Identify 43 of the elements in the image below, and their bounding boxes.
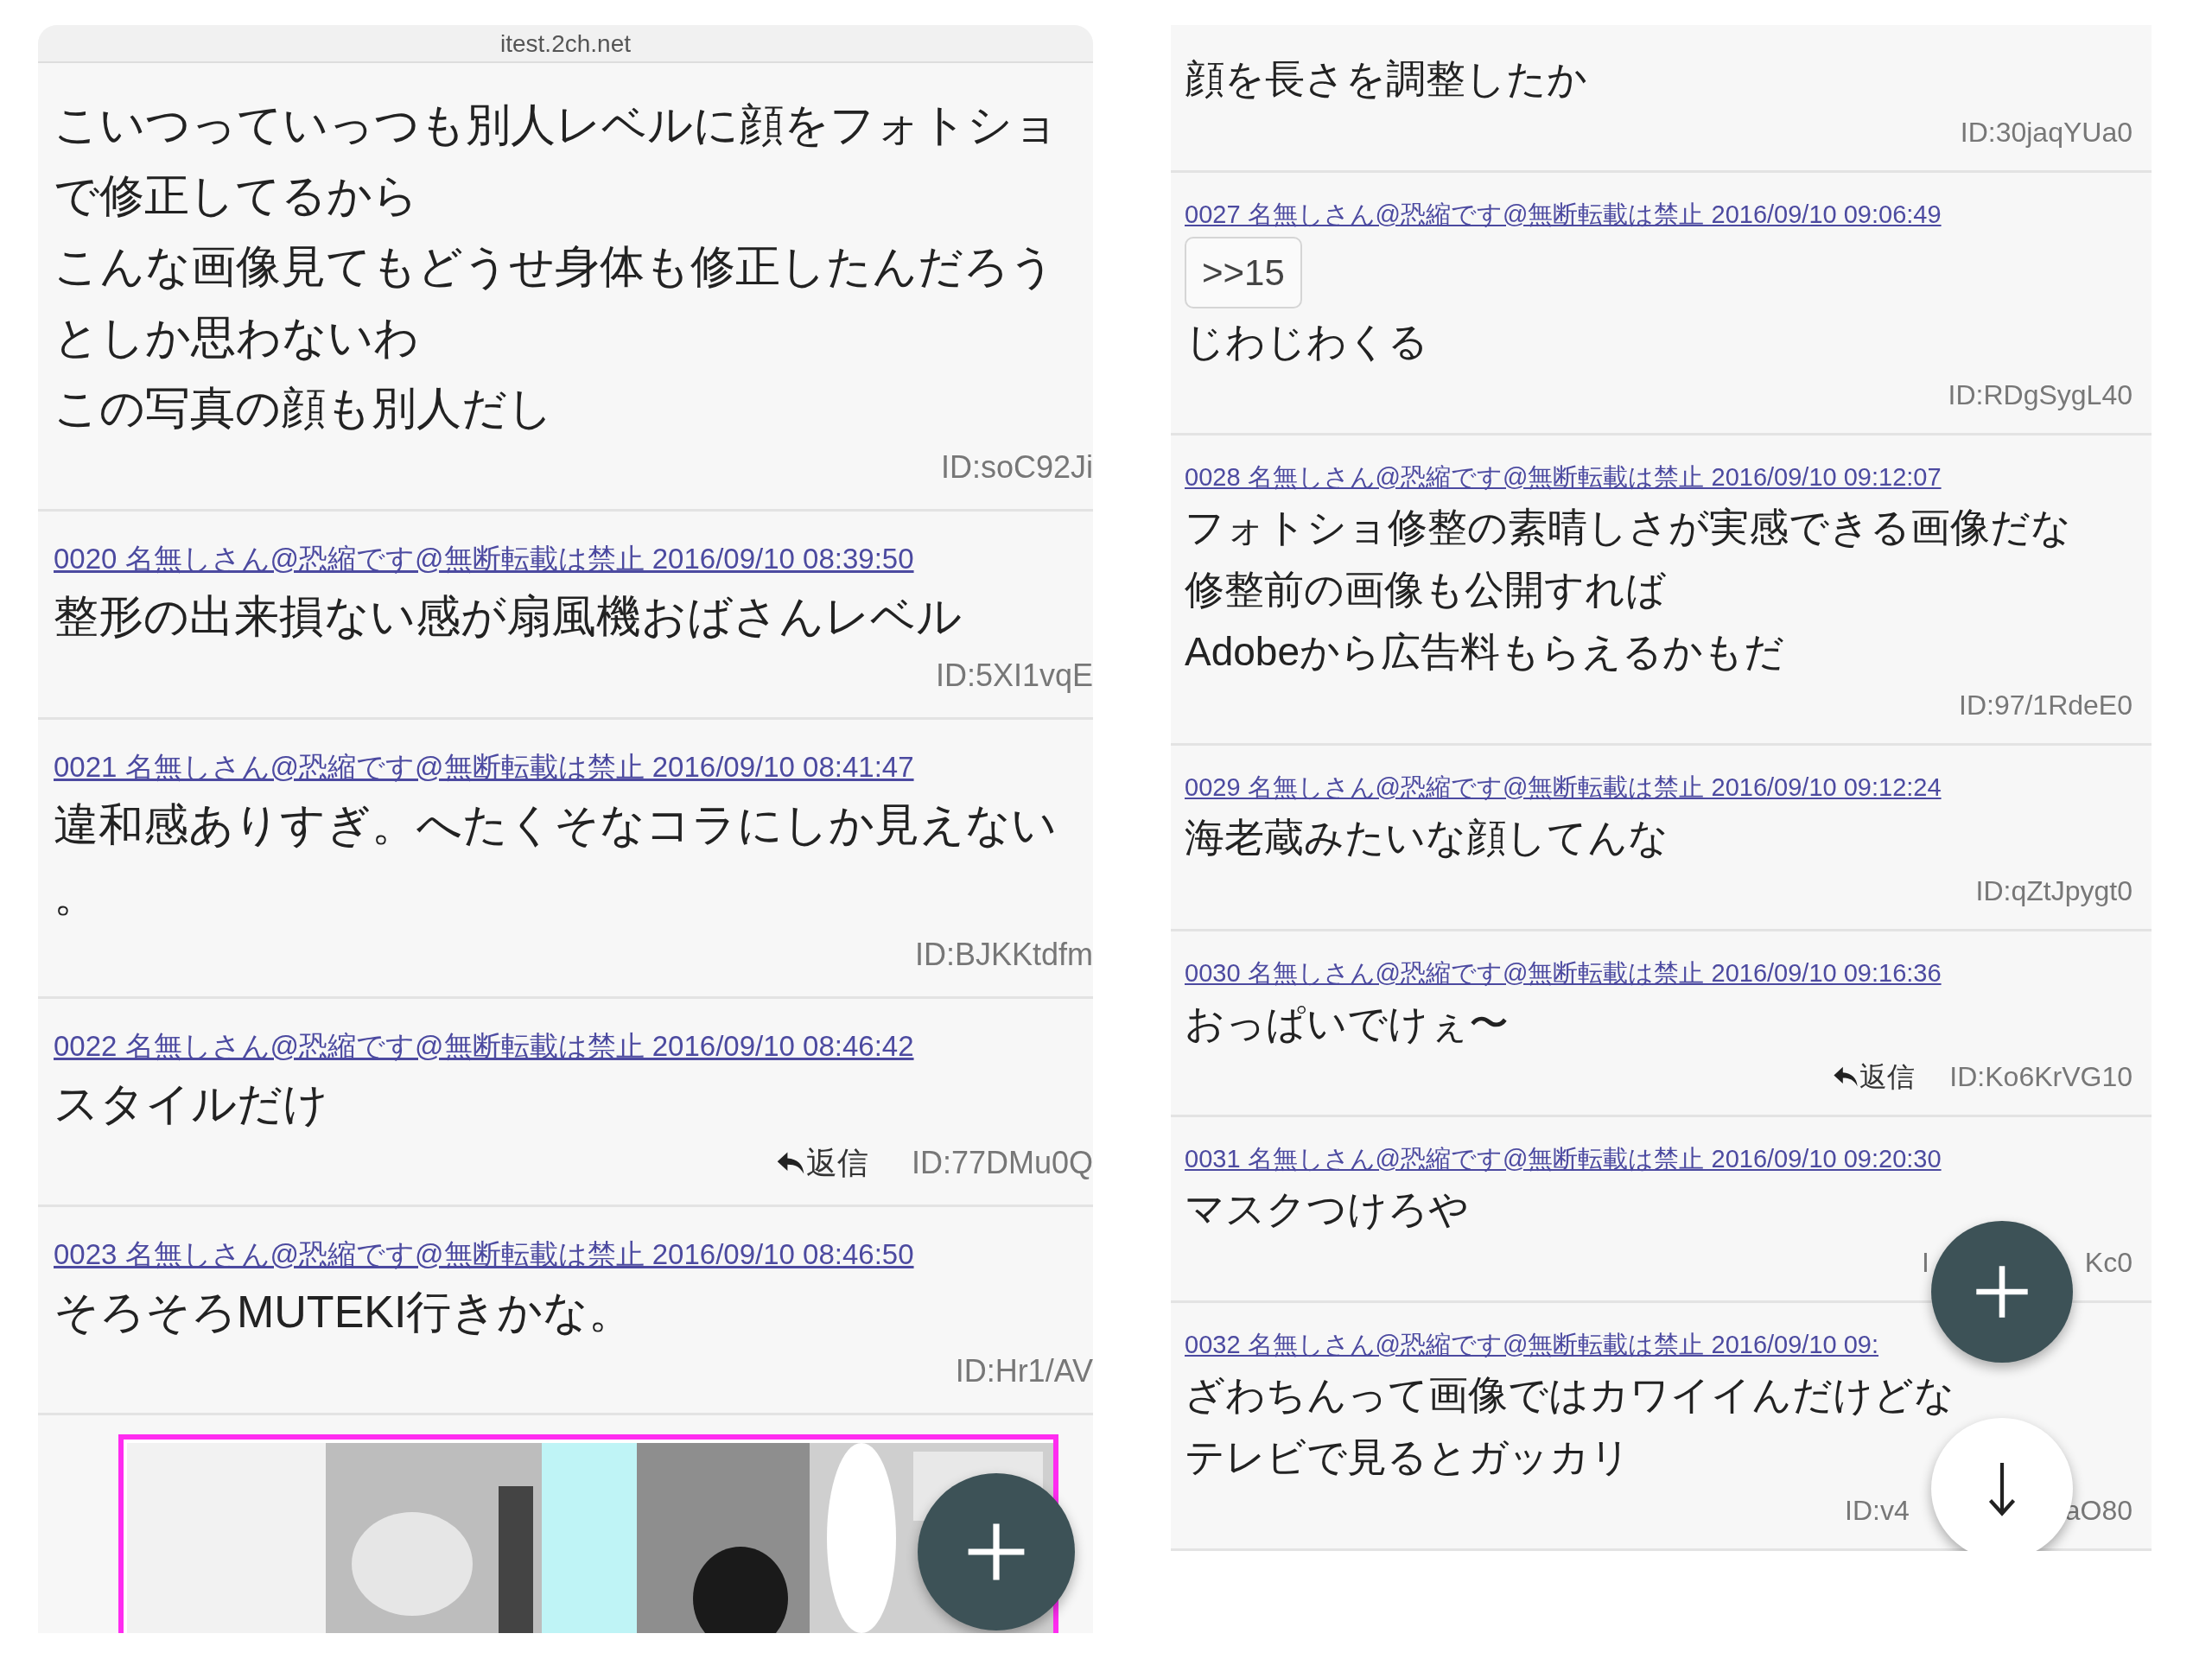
post-header[interactable]: 0027 名無しさん@恐縮です@無断転載は禁止 2016/09/10 09:06:49: [1185, 195, 1942, 233]
post-text: ざわちんって画像ではカワイイんだけどな テレビで見るとガッカリ: [1185, 1371, 1955, 1481]
post-header[interactable]: 0030 名無しさん@恐縮です@無断転載は禁止 2016/09/10 09:16:36: [1185, 954, 1942, 992]
poster-id: ID:30jaqYUa0: [1960, 116, 2133, 149]
add-button[interactable]: [1931, 1221, 2073, 1363]
poster-id: ID:77DMu0Q: [911, 1144, 1093, 1182]
poster-id: ID:BJKKtdfm: [914, 936, 1093, 974]
plus-icon: [1974, 1263, 2031, 1320]
down-arrow-icon: [1986, 1460, 2018, 1517]
post-text: こいつっていっつも別人レベルに顔をフォトショ で修正してるから こんな画像見てもどうせ身体も修正したんだろう としか思わないわ この写真の顔も別人だし: [54, 99, 1058, 435]
post-header[interactable]: 0031 名無しさん@恐縮です@無断転載は禁止 2016/09/10 09:20:30: [1185, 1140, 1942, 1178]
post-header[interactable]: 0022 名無しさん@恐縮です@無断転載は禁止 2016/09/10 08:46:42: [54, 1025, 914, 1068]
post-text: おっぱいでけぇ〜: [1185, 1000, 1509, 1047]
poster-id: ID:qZtJpygt0: [1975, 874, 2133, 908]
post-text: フォトショ修整の素晴しさが実感できる画像だな 修整前の画像も公開すれば Adobeから広告料もらえるかもだ: [1185, 504, 2071, 676]
poster-id: ID:v4: [1845, 1494, 1910, 1528]
post-text: 顔を長さを調整したか: [1185, 55, 1587, 103]
quote-button[interactable]: >>15: [1185, 237, 1302, 308]
poster-id: ID:Ko6KrVG10: [1949, 1060, 2133, 1094]
poster-id: ID:RDgSygL40: [1948, 378, 2133, 412]
poster-id: ID:soC92Ji: [940, 448, 1093, 486]
post-header[interactable]: 0028 名無しさん@恐縮です@無断転載は禁止 2016/09/10 09:12:07: [1185, 458, 1942, 496]
poster-id: aO80: [2064, 1494, 2133, 1528]
reply-link[interactable]: 返信: [1832, 1054, 1916, 1099]
post-text: 整形の出来損ない感が扇風機おばさんレベル: [54, 590, 962, 643]
poster-id: I: [1921, 1246, 1929, 1280]
post-text: じわじわくる: [1185, 318, 1428, 365]
poster-id: ID:Hr1/AV: [955, 1352, 1093, 1390]
url-bar: itest.2ch.net: [38, 25, 1093, 63]
post-text: マスクつけろや: [1185, 1185, 1469, 1233]
post-text: そろそろMUTEKI行きかな。: [54, 1286, 634, 1338]
reply-link[interactable]: 返信: [774, 1139, 868, 1187]
poster-id: ID:5XI1vqE: [935, 657, 1093, 695]
post-text: 違和感ありすぎ。へたくそなコラにしか見えない 。: [54, 798, 1057, 922]
post-header[interactable]: 0023 名無しさん@恐縮です@無断転載は禁止 2016/09/10 08:46:50: [54, 1233, 914, 1276]
poster-id: ID:97/1RdeE0: [1959, 689, 2133, 722]
post-text: 海老蔵みたいな顔してんな: [1185, 814, 1669, 861]
post-text: スタイルだけ: [54, 1077, 328, 1130]
post-header[interactable]: 0029 名無しさん@恐縮です@無断転載は禁止 2016/09/10 09:12:24: [1185, 768, 1942, 806]
post-header[interactable]: 0032 名無しさん@恐縮です@無断転載は禁止 2016/09/10 09:: [1185, 1325, 1879, 1363]
post-header[interactable]: 0020 名無しさん@恐縮です@無断転載は禁止 2016/09/10 08:39:50: [54, 537, 914, 581]
post-header[interactable]: 0021 名無しさん@恐縮です@無断転載は禁止 2016/09/10 08:41:47: [54, 746, 914, 789]
poster-id: Kc0: [2084, 1246, 2133, 1280]
